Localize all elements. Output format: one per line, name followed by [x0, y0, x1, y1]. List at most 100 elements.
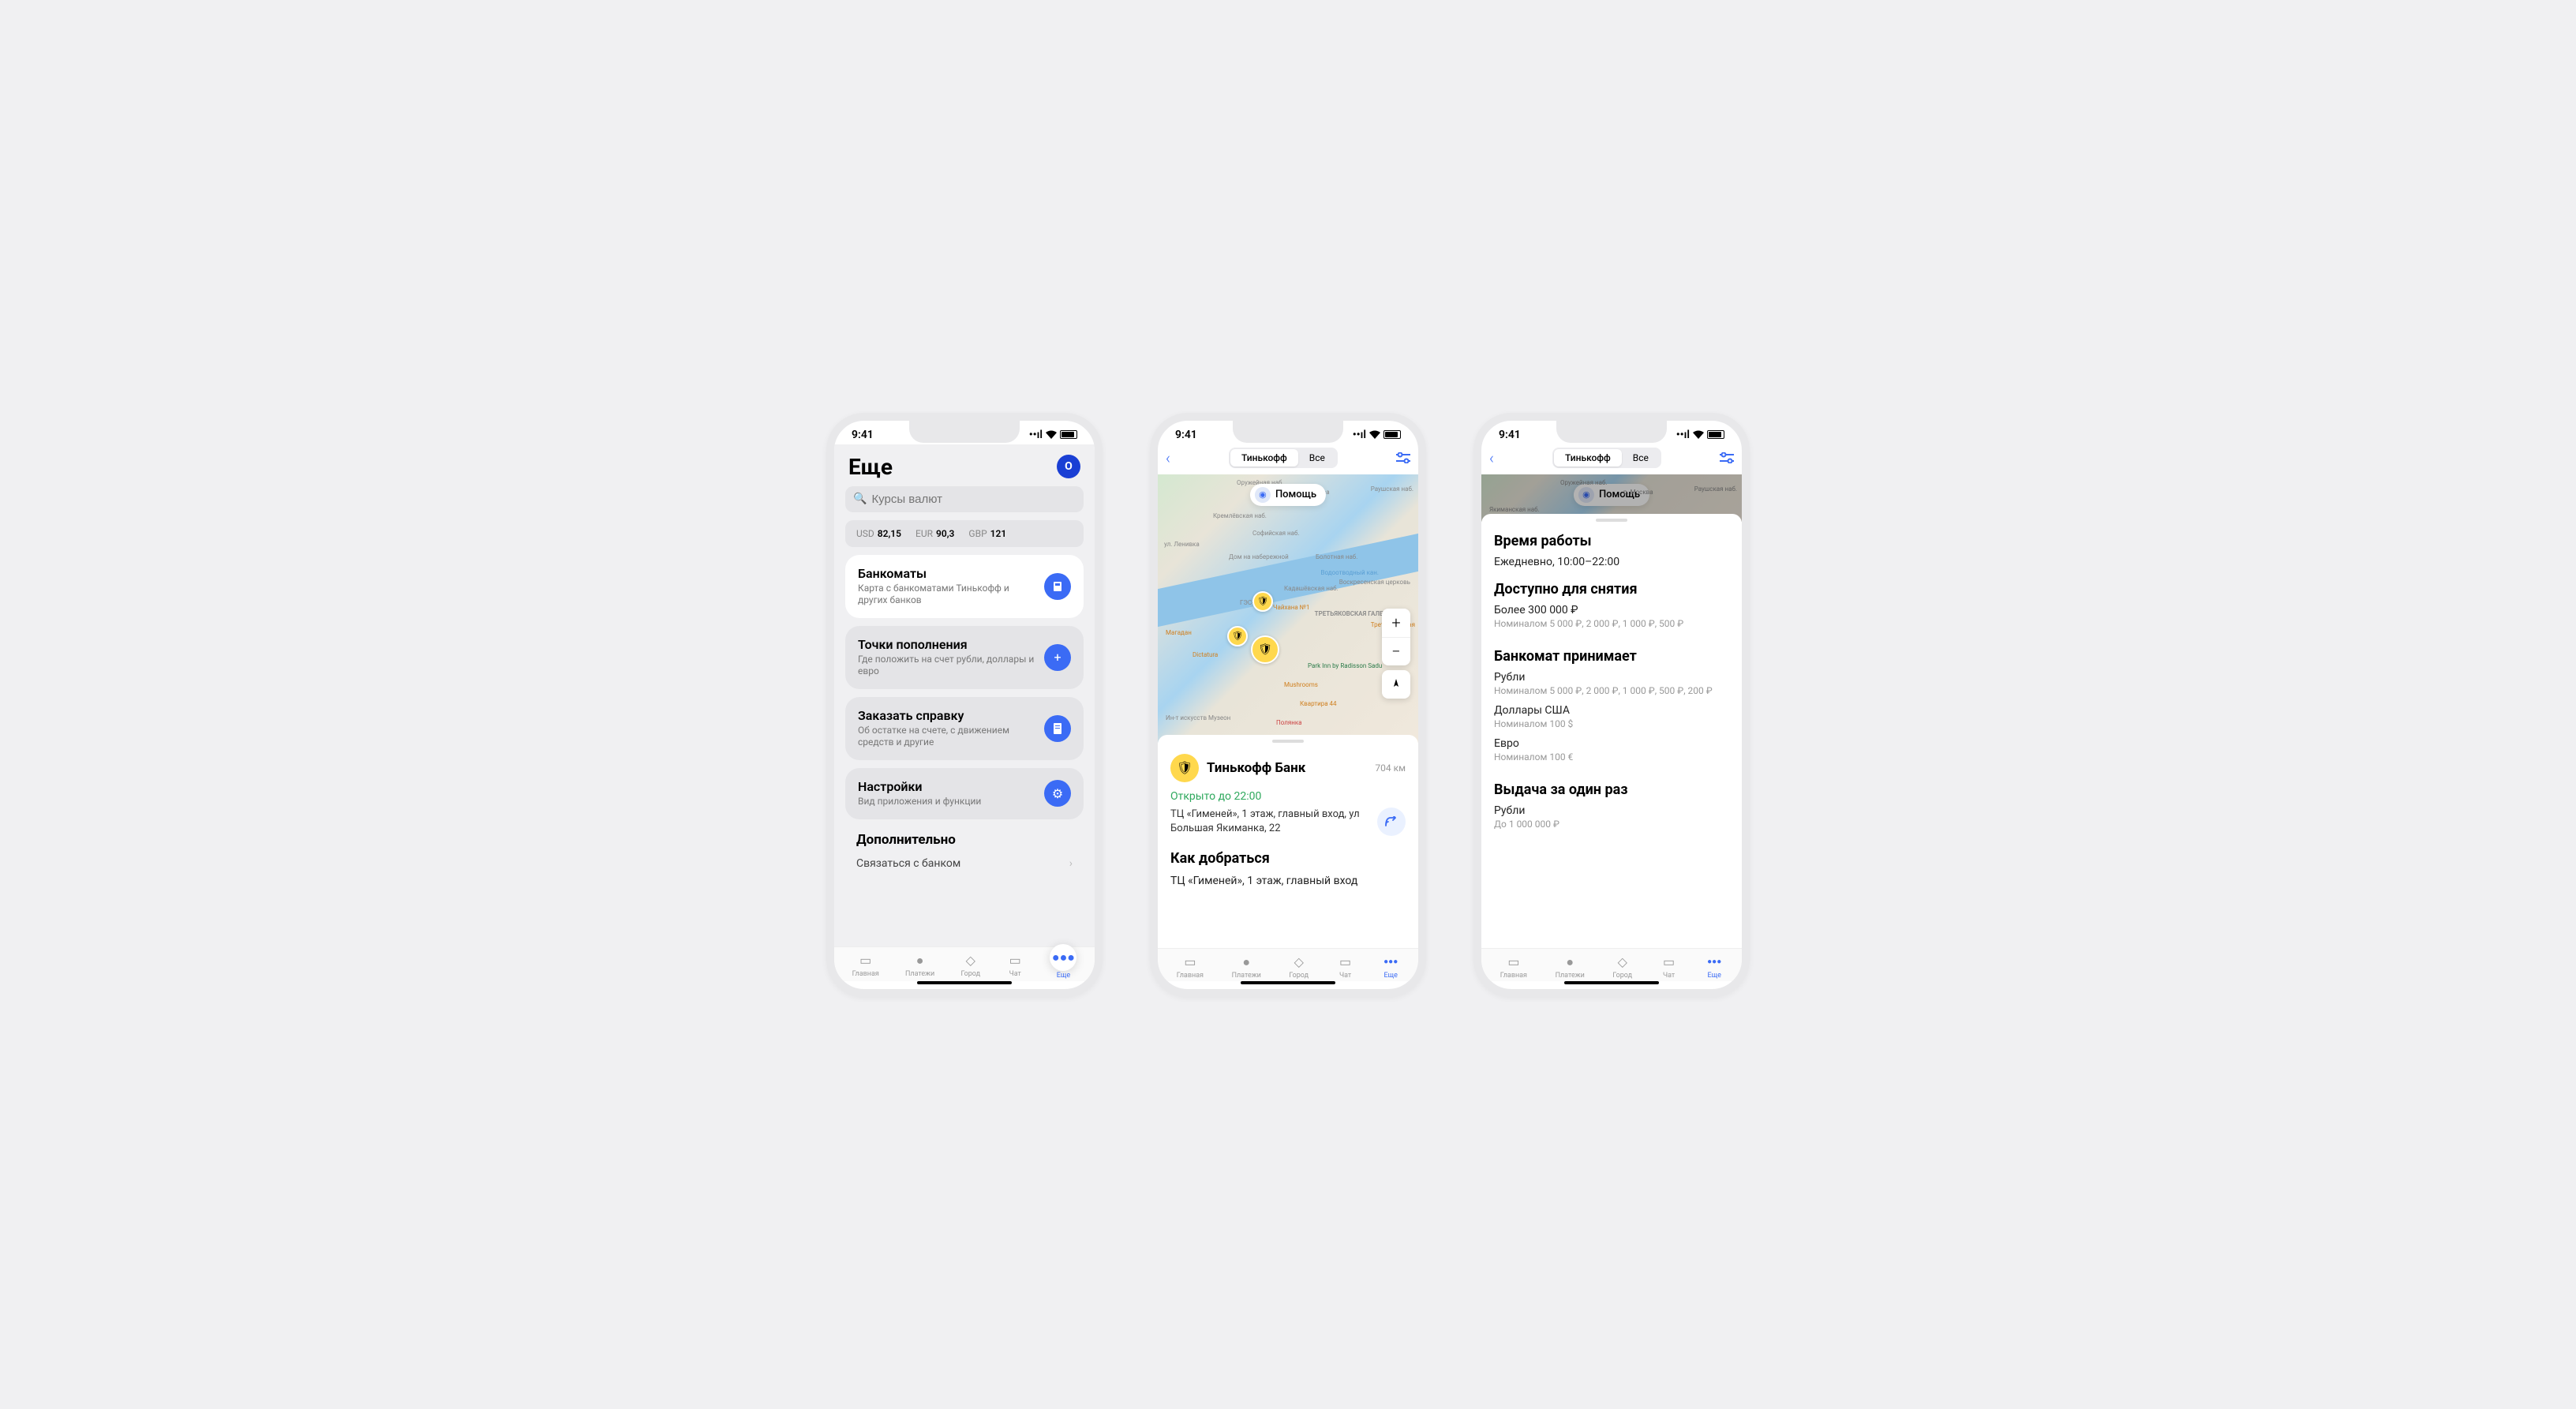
- segment-control[interactable]: Тинькофф Все: [1229, 448, 1338, 468]
- card-title: Настройки: [858, 779, 1036, 794]
- tab-more[interactable]: ●●●Еще: [1705, 954, 1723, 980]
- back-button[interactable]: ‹: [1489, 448, 1494, 467]
- card-sub: Вид приложения и функции: [858, 796, 1036, 808]
- rate-val: 90,3: [936, 528, 954, 539]
- map[interactable]: Оружейная наб. р. Москва Раушская наб. К…: [1158, 474, 1418, 743]
- tab-payments[interactable]: ●Платежи: [905, 952, 934, 980]
- link-contact-bank[interactable]: Связаться с банком ›: [834, 851, 1095, 876]
- card-settings[interactable]: Настройки Вид приложения и функции ⚙: [845, 768, 1084, 819]
- atm-details-sheet[interactable]: Время работы Ежедневно, 10:00–22:00 Дост…: [1481, 514, 1742, 948]
- tab-payments[interactable]: ●Платежи: [1232, 954, 1261, 980]
- plus-icon: +: [1044, 644, 1071, 671]
- atm-pin-selected[interactable]: 🛡: [1251, 635, 1279, 664]
- tab-payments[interactable]: ●Платежи: [1556, 954, 1585, 980]
- seg-all[interactable]: Все: [1622, 449, 1660, 467]
- help-icon: ◉: [1255, 487, 1271, 503]
- wifi-icon: [1369, 430, 1380, 439]
- accepts-title: Банкомат принимает: [1494, 648, 1729, 665]
- signal-icon: ••ıl: [1029, 429, 1043, 441]
- atm-pin[interactable]: 🛡: [1252, 591, 1273, 612]
- atm-name: Тинькофф Банк: [1207, 760, 1367, 776]
- card-topup[interactable]: Точки пополнения Где положить на счет ру…: [845, 626, 1084, 689]
- hours-title: Время работы: [1494, 533, 1729, 549]
- tab-chat[interactable]: ▭Чат: [1006, 952, 1024, 980]
- chat-icon: ▭: [1661, 954, 1678, 971]
- usd-denom: Номиналом 100 $: [1494, 718, 1729, 729]
- atm-icon: [1044, 573, 1071, 600]
- card-statement[interactable]: Заказать справку Об остатке на счете, с …: [845, 697, 1084, 760]
- seg-all[interactable]: Все: [1298, 449, 1336, 467]
- tab-chat[interactable]: ▭Чат: [1661, 954, 1678, 980]
- sheet-handle[interactable]: [1596, 519, 1627, 522]
- tab-more[interactable]: ●●●Еще: [1382, 954, 1399, 980]
- search-field[interactable]: 🔍: [845, 486, 1084, 512]
- rate-cur: EUR: [915, 528, 933, 539]
- topbar: ‹ Тинькофф Все: [1158, 444, 1418, 474]
- card-sub: Об остатке на счете, с движением средств…: [858, 725, 1036, 749]
- payments-icon: ●: [1561, 954, 1578, 971]
- battery-icon: [1383, 430, 1401, 439]
- tab-home[interactable]: ▭Главная: [1177, 954, 1204, 980]
- home-indicator: [1564, 981, 1659, 984]
- atm-address: ТЦ «Гименей», 1 этаж, главный вход, ул Б…: [1170, 808, 1369, 836]
- tab-city[interactable]: ◇Город: [960, 952, 980, 980]
- back-button[interactable]: ‹: [1166, 448, 1170, 467]
- card-title: Точки пополнения: [858, 637, 1036, 652]
- zoom-in[interactable]: +: [1382, 609, 1410, 637]
- usd-label: Доллары США: [1494, 704, 1729, 717]
- filter-icon[interactable]: [1720, 452, 1734, 463]
- sheet-handle[interactable]: [1272, 740, 1304, 743]
- tabbar: ▭Главная ●Платежи ◇Город ▭Чат ●●●Еще: [1481, 948, 1742, 981]
- home-indicator: [917, 981, 1012, 984]
- tab-city[interactable]: ◇Город: [1612, 954, 1632, 980]
- perop-rub-val: До 1 000 000 ₽: [1494, 819, 1729, 830]
- eur-label: Евро: [1494, 737, 1729, 750]
- withdraw-amount: Более 300 000 ₽: [1494, 604, 1729, 616]
- notch: [1233, 421, 1343, 443]
- atm-open-status: Открыто до 22:00: [1158, 785, 1418, 804]
- status-time: 9:41: [1499, 429, 1521, 441]
- rub-denom: Номиналом 5 000 ₽, 2 000 ₽, 1 000 ₽, 500…: [1494, 685, 1729, 696]
- atm-pin[interactable]: 🛡: [1227, 626, 1248, 646]
- notch: [1556, 421, 1667, 443]
- segment-control[interactable]: Тинькофф Все: [1552, 448, 1661, 468]
- hours-text: Ежедневно, 10:00–22:00: [1494, 556, 1729, 568]
- payments-icon: ●: [1237, 954, 1255, 971]
- signal-icon: ••ıl: [1353, 429, 1366, 441]
- city-icon: ◇: [1614, 954, 1631, 971]
- more-icon: ●●●: [1705, 954, 1723, 971]
- tabbar: ▭Главная ●Платежи ◇Город ▭Чат ●●●Еще: [834, 946, 1095, 981]
- avatar[interactable]: О: [1057, 455, 1080, 478]
- tab-more[interactable]: ●●●Еще: [1050, 952, 1076, 980]
- seg-tinkoff[interactable]: Тинькофф: [1230, 449, 1298, 467]
- tab-home[interactable]: ▭Главная: [1500, 954, 1527, 980]
- home-indicator: [1241, 981, 1335, 984]
- help-button[interactable]: ◉ Помощь: [1250, 484, 1326, 506]
- card-sub: Где положить на счет рубли, доллары и ев…: [858, 654, 1036, 678]
- link-label: Связаться с банком: [856, 857, 960, 870]
- rate-val: 82,15: [878, 528, 901, 539]
- tab-city[interactable]: ◇Город: [1289, 954, 1309, 980]
- withdraw-denom: Номиналом 5 000 ₽, 2 000 ₽, 1 000 ₽, 500…: [1494, 618, 1729, 629]
- phone-map-screen: 9:41 ••ıl ‹ Тинькофф Все Оружейная наб. …: [1150, 413, 1426, 997]
- phone-more-screen: 9:41 ••ıl Еще О 🔍 USD82,15 EUR90,3 GBP12…: [826, 413, 1103, 997]
- seg-tinkoff[interactable]: Тинькофф: [1554, 449, 1622, 467]
- tab-chat[interactable]: ▭Чат: [1337, 954, 1354, 980]
- zoom-out[interactable]: −: [1382, 637, 1410, 665]
- rate-cur: GBP: [968, 528, 987, 539]
- zoom-controls: + −: [1382, 609, 1410, 665]
- locate-button[interactable]: [1382, 670, 1410, 699]
- more-icon: ●●●: [1382, 954, 1399, 971]
- card-atms[interactable]: Банкоматы Карта с банкоматами Тинькофф и…: [845, 555, 1084, 618]
- signal-icon: ••ıl: [1676, 429, 1690, 441]
- route-button[interactable]: [1377, 808, 1406, 836]
- filter-icon[interactable]: [1396, 452, 1410, 463]
- currency-rates[interactable]: USD82,15 EUR90,3 GBP121: [845, 520, 1084, 547]
- tab-home[interactable]: ▭Главная: [852, 952, 879, 980]
- rate-val: 121: [990, 528, 1007, 539]
- howto-title: Как добраться: [1158, 839, 1418, 871]
- atm-sheet[interactable]: 🛡 Тинькофф Банк 704 км Открыто до 22:00 …: [1158, 735, 1418, 948]
- search-input[interactable]: [871, 493, 1076, 506]
- atm-distance: 704 км: [1375, 763, 1406, 774]
- card-sub: Карта с банкоматами Тинькофф и других ба…: [858, 583, 1036, 607]
